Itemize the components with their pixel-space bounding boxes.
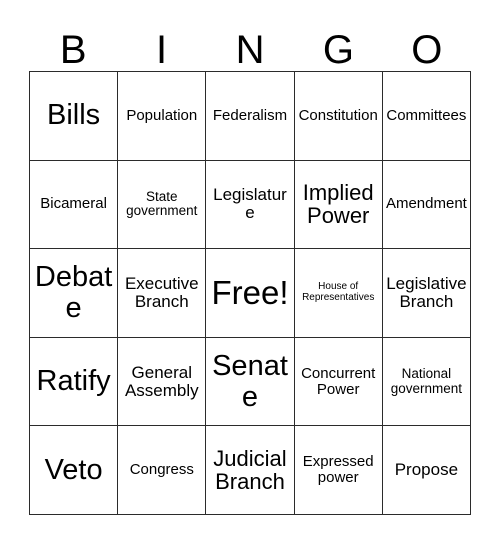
bingo-cell-r4c3[interactable]: Senate <box>206 337 295 427</box>
bingo-cell-r4c2[interactable]: General Assembly <box>118 337 207 427</box>
bingo-card: B I N G O Bills Population Federalism Co… <box>0 0 500 544</box>
bingo-header: B I N G O <box>29 22 471 71</box>
bingo-cell-r1c3[interactable]: Federalism <box>206 72 295 161</box>
bingo-cell-r5c5[interactable]: Propose <box>382 426 471 515</box>
bingo-cell-label: Concurrent Power <box>301 364 376 398</box>
bingo-cell-label: Ratify <box>36 365 111 398</box>
bingo-cell-label: House of Representatives <box>302 281 375 303</box>
bingo-cell-label: Veto <box>44 453 103 486</box>
bingo-cell-r5c1[interactable]: Veto <box>30 426 119 515</box>
bingo-cell-label: Legislative Branch <box>386 273 467 311</box>
bingo-cell-label: Legislature <box>213 185 287 223</box>
bingo-cell-label: Debate <box>34 261 113 324</box>
bingo-cell-label: Constitution <box>298 106 378 124</box>
bingo-cell-r5c3[interactable]: Judicial Branch <box>206 426 295 515</box>
bingo-cell-r2c3[interactable]: Legislature <box>206 160 295 250</box>
header-letter-n: N <box>235 28 265 72</box>
bingo-cell-label: State government <box>126 189 198 219</box>
bingo-grid: Bills Population Federalism Constitution… <box>29 71 471 515</box>
bingo-cell-label: Federalism <box>212 106 288 124</box>
bingo-cell-r4c5[interactable]: National government <box>382 337 471 427</box>
bingo-cell-r3c5[interactable]: Legislative Branch <box>382 249 471 338</box>
bingo-cell-r3c1[interactable]: Debate <box>30 249 119 338</box>
bingo-cell-r2c2[interactable]: State government <box>118 160 207 250</box>
bingo-cell-free-space[interactable]: Free! <box>206 249 295 338</box>
free-space-label: Free! <box>211 273 289 311</box>
bingo-cell-r3c4[interactable]: House of Representatives <box>294 249 383 338</box>
bingo-cell-label: Amendment <box>385 195 467 213</box>
bingo-cell-label: Congress <box>129 461 194 479</box>
bingo-cell-label: National government <box>390 366 463 396</box>
bingo-cell-r2c1[interactable]: Bicameral <box>30 160 119 250</box>
bingo-cell-r5c4[interactable]: Expressed power <box>294 426 383 515</box>
header-letter-o: O <box>411 28 443 72</box>
bingo-cell-label: Executive Branch <box>124 273 199 311</box>
bingo-cell-label: Bicameral <box>40 195 107 213</box>
bingo-cell-r2c4[interactable]: Implied Power <box>294 160 383 250</box>
bingo-cell-label: Judicial Branch <box>213 445 287 495</box>
bingo-cell-label: General Assembly <box>124 362 199 400</box>
bingo-cell-r2c5[interactable]: Amendment <box>382 160 471 250</box>
bingo-cell-label: Senate <box>212 349 288 413</box>
bingo-cell-label: Bills <box>47 99 101 132</box>
bingo-cell-label: Propose <box>394 460 459 480</box>
bingo-cell-r5c2[interactable]: Congress <box>118 426 207 515</box>
bingo-cell-label: Expressed power <box>302 453 374 487</box>
bingo-cell-r1c5[interactable]: Committees <box>382 72 471 161</box>
bingo-cell-r3c2[interactable]: Executive Branch <box>118 249 207 338</box>
bingo-cell-r1c2[interactable]: Population <box>118 72 207 161</box>
bingo-cell-r4c1[interactable]: Ratify <box>30 337 119 427</box>
bingo-cell-label: Implied Power <box>302 180 374 229</box>
bingo-cell-r1c1[interactable]: Bills <box>30 72 119 161</box>
bingo-cell-label: Committees <box>386 106 467 124</box>
bingo-cell-r1c4[interactable]: Constitution <box>294 72 383 161</box>
header-letter-b: B <box>59 28 87 72</box>
bingo-cell-r4c4[interactable]: Concurrent Power <box>294 337 383 427</box>
header-letter-g: G <box>322 28 354 72</box>
bingo-cell-label: Population <box>126 106 198 124</box>
header-letter-i: I <box>156 28 168 72</box>
